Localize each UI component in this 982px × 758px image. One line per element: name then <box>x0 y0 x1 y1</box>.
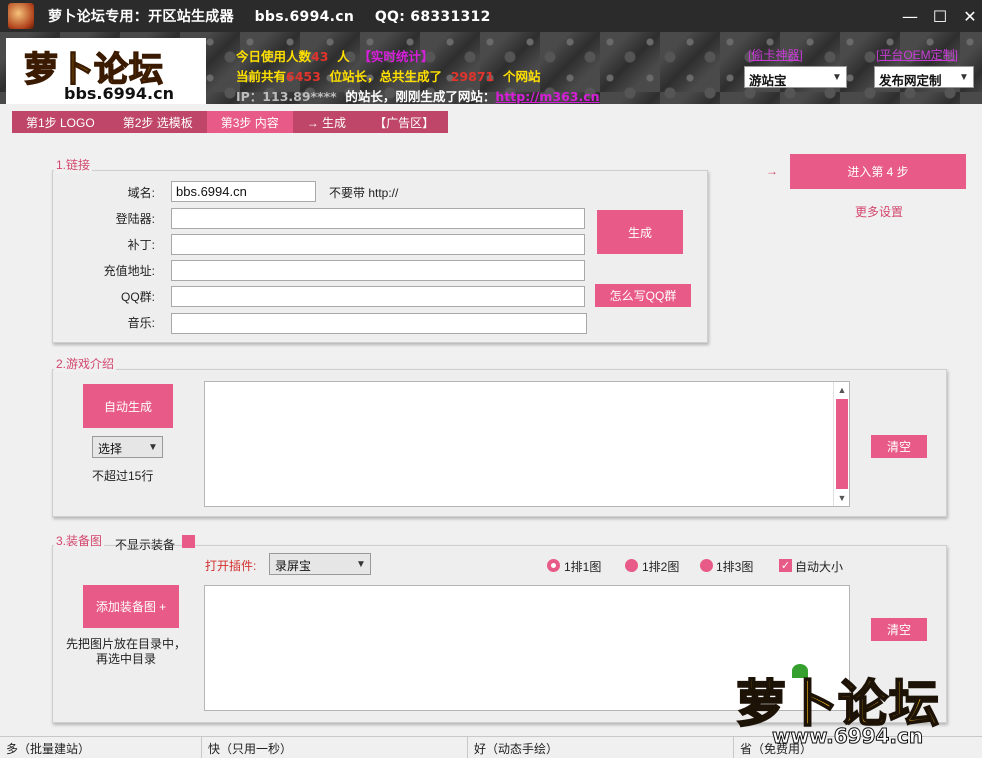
equip-hint-2: 再选中目录 <box>96 652 157 666</box>
qq-group-input[interactable] <box>171 286 585 307</box>
custom-value: 发布网定制 <box>879 74 942 88</box>
tab-generate[interactable]: → 生成 <box>292 111 361 133</box>
usage-count: 43 <box>311 49 329 64</box>
tab-step3-content[interactable]: 第3步 内容 <box>206 111 293 133</box>
webmaster-count: 6453 <box>286 69 321 84</box>
auto-generate-button[interactable]: 自动生成 <box>83 384 173 428</box>
status-cell-3: 好（动态手绘） <box>468 737 734 758</box>
domain-label: 域名: <box>127 186 155 200</box>
logo: 萝卜论坛 bbs.6994.cn <box>6 38 206 104</box>
plugin-select[interactable]: 录屏宝 ▼ <box>269 553 371 575</box>
equip-clear-button[interactable]: 清空 <box>871 618 927 641</box>
close-button[interactable]: ✕ <box>954 0 982 32</box>
header-banner: 萝卜论坛 bbs.6994.cn 今日使用人数43 人 【实时统计】 当前共有6… <box>0 32 982 104</box>
link-section-title: 1.链接 <box>54 156 93 173</box>
scroll-thumb[interactable] <box>836 399 848 489</box>
chevron-down-icon: ▼ <box>356 558 366 570</box>
scroll-up-icon[interactable]: ▲ <box>834 382 850 398</box>
scroll-down-icon[interactable]: ▼ <box>834 490 850 506</box>
intro-section-title: 2.游戏介绍 <box>54 355 117 372</box>
intro-textarea[interactable]: ▲ ▼ <box>204 381 850 507</box>
plugin-label: 打开插件: <box>205 559 257 573</box>
hide-equip-label: 不显示装备 <box>115 538 176 552</box>
title-bar: 萝卜论坛专用：开区站生成器 bbs.6994.cn QQ: 68331312 —… <box>0 0 982 32</box>
domain-input[interactable]: bbs.6994.cn <box>171 181 316 202</box>
qq-help-button[interactable]: 怎么写QQ群 <box>595 284 691 307</box>
chevron-down-icon: ▼ <box>148 441 158 453</box>
recent-ip: IP：113.89**** <box>236 89 337 104</box>
line-limit-text: 不超过15行 <box>92 469 154 483</box>
usage-line: 今日使用人数43 人 【实时统计】 <box>236 46 433 65</box>
app-icon <box>8 3 34 29</box>
next-step-button[interactable]: 进入第 4 步 <box>790 154 966 189</box>
intro-scrollbar[interactable]: ▲ ▼ <box>833 382 849 506</box>
tab-step2-template[interactable]: 第2步 选模板 <box>108 111 207 133</box>
site-tool-value: 游站宝 <box>749 74 787 88</box>
launcher-label: 登陆器: <box>115 212 155 226</box>
music-label: 音乐: <box>127 316 155 330</box>
patch-input[interactable] <box>171 234 585 255</box>
layout-1-radio[interactable] <box>547 559 560 572</box>
watermark-url: www.6994.cn <box>771 724 924 749</box>
tab-step1-logo[interactable]: 第1步 LOGO <box>12 111 109 133</box>
intro-select-value: 选择 <box>98 442 123 456</box>
recent-site-link[interactable]: http://m363.cn <box>495 89 599 104</box>
recharge-input[interactable] <box>171 260 585 281</box>
launcher-input[interactable] <box>171 208 585 229</box>
arrow-icon: → <box>766 164 778 178</box>
watermark-logo: 萝卜论坛 www.6994.cn <box>732 664 972 758</box>
status-cell-1: 多（批量建站） <box>0 737 202 758</box>
generate-button[interactable]: 生成 <box>597 210 683 254</box>
hide-equip-checkbox[interactable] <box>182 535 195 548</box>
site-count: 29871 <box>450 69 495 84</box>
window-title: 萝卜论坛专用：开区站生成器 bbs.6994.cn QQ: 68331312 <box>48 9 491 25</box>
chevron-down-icon: ▼ <box>959 71 969 83</box>
intro-template-select[interactable]: 选择 ▼ <box>92 436 163 458</box>
recharge-label: 充值地址: <box>103 264 155 278</box>
auto-size-checkbox[interactable]: ✓ <box>779 559 792 572</box>
add-equip-image-button[interactable]: 添加装备图 + <box>83 585 179 628</box>
domain-hint: 不要带 http:// <box>329 186 399 200</box>
music-input[interactable] <box>171 313 587 334</box>
realtime-stats-link[interactable]: 【实时统计】 <box>358 49 433 64</box>
custom-select[interactable]: 发布网定制 ▼ <box>874 66 974 88</box>
step-tabs: 第1步 LOGO 第2步 选模板 第3步 内容 → 生成 【广告区】 <box>12 111 449 133</box>
oem-link[interactable]: [平台OEM定制] <box>876 46 958 63</box>
site-tool-select[interactable]: 游站宝 ▼ <box>744 66 847 88</box>
recent-line: IP：113.89**** 的站长，刚刚生成了网站：http://m363.cn <box>236 86 600 105</box>
layout-1-label: 1排1图 <box>564 560 602 574</box>
auto-size-label: 自动大小 <box>795 560 844 574</box>
layout-3-label: 1排3图 <box>716 560 754 574</box>
totals-label: 当前共有 <box>236 69 287 84</box>
tools-link[interactable]: [偷卡神器] <box>748 46 803 63</box>
equip-section-title: 3.装备图 <box>54 532 105 549</box>
minimize-button[interactable]: — <box>894 0 926 32</box>
totals-line: 当前共有6453 位站长，总共生成了 29871 个网站 <box>236 66 540 85</box>
qq-group-label: QQ群: <box>120 290 155 304</box>
usage-unit: 人 <box>328 49 359 64</box>
chevron-down-icon: ▼ <box>832 71 842 83</box>
layout-2-radio[interactable] <box>625 559 638 572</box>
plugin-value: 录屏宝 <box>275 559 312 573</box>
patch-label: 补丁: <box>127 238 155 252</box>
totals-unit: 个网站 <box>494 69 541 84</box>
layout-3-radio[interactable] <box>700 559 713 572</box>
tab-ads[interactable]: 【广告区】 <box>360 111 449 133</box>
intro-clear-button[interactable]: 清空 <box>871 435 927 458</box>
totals-mid: 位站长，总共生成了 <box>320 69 451 84</box>
layout-2-label: 1排2图 <box>642 560 680 574</box>
logo-url: bbs.6994.cn <box>64 84 174 103</box>
more-settings-link[interactable]: 更多设置 <box>855 203 903 220</box>
recent-text: 的站长，刚刚生成了网站： <box>336 89 496 104</box>
usage-label: 今日使用人数 <box>236 49 312 64</box>
maximize-button[interactable]: ☐ <box>924 0 956 32</box>
status-cell-2: 快（只用一秒） <box>202 737 468 758</box>
